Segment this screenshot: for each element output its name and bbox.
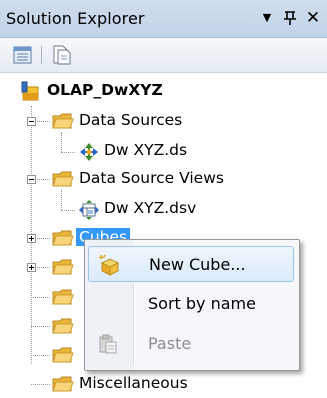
tree-node-label: Data Sources — [79, 111, 183, 129]
toolbar-separator — [41, 46, 42, 64]
tree-node-label: Miscellaneous — [79, 374, 188, 392]
folder-icon — [52, 228, 74, 248]
folder-icon — [52, 287, 74, 307]
folder-icon — [52, 345, 74, 365]
tree-node-folder[interactable]: Miscellaneous — [0, 372, 327, 396]
tree-node-folder[interactable] — [0, 343, 80, 367]
tree-node-folder[interactable] — [0, 285, 80, 309]
tree-node-label: OLAP_DwXYZ — [47, 81, 163, 99]
tree-node-folder[interactable]: Data Sources — [0, 109, 327, 133]
folder-icon — [52, 374, 74, 394]
tree-node-label: Dw XYZ.ds — [104, 141, 188, 159]
tree-node-label: Data Source Views — [79, 169, 224, 187]
tree-node-project[interactable]: OLAP_DwXYZ — [0, 79, 327, 103]
menu-item-label: Paste — [148, 334, 192, 353]
paste-icon — [97, 333, 119, 355]
panel-title: Solution Explorer — [6, 9, 145, 28]
window-position-dropdown-icon[interactable]: ▼ — [256, 6, 278, 30]
tree-node-file[interactable]: Dw XYZ.ds — [0, 139, 327, 163]
properties-icon[interactable] — [12, 44, 34, 66]
menu-item-new-cube[interactable]: New Cube... — [88, 246, 294, 282]
close-icon[interactable]: ✕ — [302, 6, 324, 30]
auto-hide-pin-icon[interactable] — [280, 6, 300, 30]
menu-item-label: New Cube... — [149, 255, 246, 274]
tree-node-folder[interactable] — [0, 314, 80, 338]
folder-icon — [52, 316, 74, 336]
tree-node-folder[interactable] — [0, 255, 80, 279]
folder-icon — [52, 169, 74, 189]
folder-icon — [52, 111, 74, 131]
data-source-icon — [78, 141, 98, 161]
solution-explorer-title-bar: Solution Explorer ▼ ✕ — [0, 0, 327, 38]
tree-node-label: Dw XYZ.dsv — [104, 199, 197, 217]
folder-icon — [52, 257, 74, 277]
context-menu: New Cube... Sort by name Paste — [84, 239, 300, 371]
menu-item-paste[interactable]: Paste — [88, 326, 294, 362]
new-cube-icon — [98, 254, 120, 276]
data-source-view-icon — [78, 199, 99, 220]
tree-node-folder[interactable]: Data Source Views — [0, 167, 327, 191]
project-icon — [20, 81, 40, 101]
solution-explorer-toolbar — [0, 38, 327, 73]
menu-item-sort-by-name[interactable]: Sort by name — [88, 286, 294, 322]
menu-item-label: Sort by name — [148, 294, 256, 313]
show-all-files-icon[interactable] — [50, 44, 72, 66]
tree-node-file[interactable]: Dw XYZ.dsv — [0, 197, 327, 221]
